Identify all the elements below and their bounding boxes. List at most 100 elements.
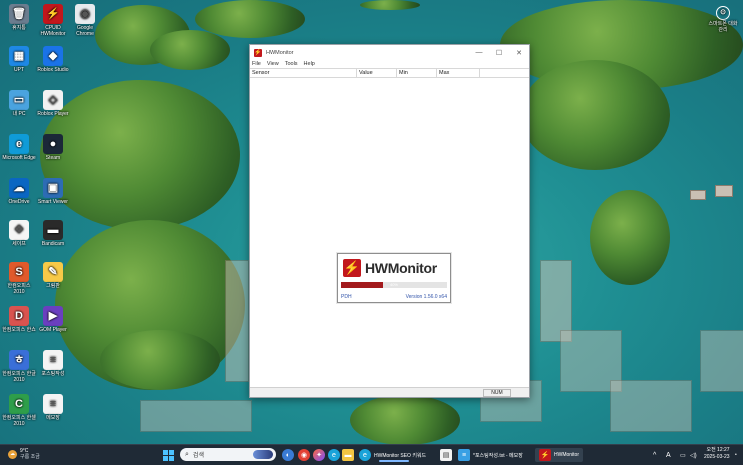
desktop-icon-label: OneDrive bbox=[8, 199, 30, 205]
minimize-button[interactable]: — bbox=[469, 45, 489, 60]
recycle-bin-icon: 🗑 bbox=[9, 4, 29, 24]
gom-icon: ▶ bbox=[43, 306, 63, 326]
roblox-player-icon: ◇ bbox=[43, 90, 63, 110]
smartphone-link-glyph: ⊙ bbox=[716, 6, 730, 20]
clock-time: 오전 12:27 bbox=[706, 447, 730, 453]
column-header: Sensor Value Min Max bbox=[250, 68, 529, 78]
loading-progress-bar: 40% bbox=[341, 282, 447, 288]
desktop-icon-chrome[interactable]: ◉ Google Chrome bbox=[68, 4, 102, 37]
safe-icon: ❖ bbox=[9, 220, 29, 240]
window-title: HWMonitor bbox=[266, 49, 294, 56]
desktop-icon-label: Roblox Player bbox=[37, 111, 69, 117]
folder-icon: ▬ bbox=[342, 449, 354, 461]
desktop-icon-onedrive[interactable]: ☁ OneDrive bbox=[2, 178, 36, 205]
network-icon[interactable]: ▭ bbox=[680, 448, 686, 462]
paint-icon: ✎ bbox=[43, 262, 63, 282]
splash-screen: ⚡ HWMonitor 40% PDH Version 1.56.0 x64 bbox=[337, 253, 451, 303]
notepad-icon: ≡ bbox=[458, 449, 470, 461]
onedrive-icon: ☁ bbox=[9, 178, 29, 198]
desktop-icon-hwmonitor[interactable]: ⚡ CPUID HWMonitor bbox=[36, 4, 70, 37]
desktop-icon-label: Google Chrome bbox=[76, 25, 94, 37]
smartphone-link-label: 스마트폰 대화 관리 bbox=[708, 21, 738, 33]
desktop-icon-label: UPT bbox=[14, 67, 24, 73]
desktop-icon-label: 포스팅작성 bbox=[41, 371, 65, 377]
smart-viewer-icon: ▣ bbox=[43, 178, 63, 198]
edge-icon: e bbox=[328, 449, 340, 461]
volume-icon[interactable]: ◁) bbox=[690, 448, 697, 462]
search-highlight-icon bbox=[253, 450, 273, 459]
active-indicator bbox=[379, 460, 409, 462]
column-value[interactable]: Value bbox=[357, 69, 397, 77]
title-bar[interactable]: ⚡ HWMonitor — ☐ ✕ bbox=[250, 45, 529, 60]
task-view-button[interactable]: ◐ bbox=[282, 448, 294, 462]
desktop-icon-roblox-player[interactable]: ◇ Roblox Player bbox=[36, 90, 70, 117]
desktop-icon-label: 한컴오피스 한셀 2010 bbox=[2, 415, 36, 427]
clock[interactable]: 오전 12:27 2025-03-23 bbox=[704, 447, 730, 461]
desktop-icon-hancom-show[interactable]: S 한컴오피스 2010 bbox=[2, 262, 36, 295]
desktop-icon-label: Microsoft Edge bbox=[2, 155, 36, 161]
column-max[interactable]: Max bbox=[437, 69, 480, 77]
start-button[interactable] bbox=[163, 448, 174, 462]
desktop-icon-safe[interactable]: ❖ 세이프 bbox=[2, 220, 36, 247]
store-icon: ▤ bbox=[440, 449, 452, 461]
taskbar-explorer[interactable]: ▬ bbox=[342, 448, 354, 462]
taskbar-chrome[interactable]: ◉ bbox=[298, 448, 310, 462]
chrome-icon: ◉ bbox=[298, 449, 310, 461]
upt-icon: ▦ bbox=[9, 46, 29, 66]
tray-overflow-chevron-icon[interactable]: ^ bbox=[653, 448, 656, 462]
taskbar-edge[interactable]: e bbox=[328, 448, 340, 462]
desktop-icon-label: Roblox Studio bbox=[37, 67, 69, 73]
desktop-icon-steam[interactable]: ● Steam bbox=[36, 134, 70, 161]
desktop-icon-recycle-bin[interactable]: 🗑 휴지통 bbox=[2, 4, 36, 31]
num-lock-indicator: NUM bbox=[483, 389, 511, 397]
sensor-list[interactable]: ⚡ HWMonitor 40% PDH Version 1.56.0 x64 bbox=[250, 78, 529, 388]
notification-bell-icon[interactable]: • bbox=[735, 448, 737, 462]
weather-widget[interactable]: ☁ 9°C 구름 조금 bbox=[8, 447, 40, 461]
text-file-icon: ≡ bbox=[43, 394, 63, 414]
copilot-icon: ✦ bbox=[313, 449, 325, 461]
maximize-button[interactable]: ☐ bbox=[489, 45, 509, 60]
desktop-icon-label: CPUID HWMonitor bbox=[40, 25, 66, 37]
desktop-icon-label: Bandicam bbox=[41, 241, 65, 247]
splash-product-name: HWMonitor bbox=[365, 260, 437, 276]
close-button[interactable]: ✕ bbox=[509, 45, 529, 60]
hancom-slide-icon: D bbox=[9, 306, 29, 326]
desktop-icon-bandicam[interactable]: ▬ Bandicam bbox=[36, 220, 70, 247]
desktop-icon-smart-viewer[interactable]: ▣ Smart Viewer bbox=[36, 178, 70, 205]
clock-date: 2025-03-23 bbox=[704, 454, 730, 460]
ime-indicator[interactable]: A bbox=[666, 448, 671, 462]
roblox-studio-icon: ◆ bbox=[43, 46, 63, 66]
menu-help[interactable]: Help bbox=[304, 61, 315, 67]
smartphone-link-icon[interactable]: ⊙ 스마트폰 대화 관리 bbox=[706, 6, 740, 33]
column-sensor[interactable]: Sensor bbox=[250, 69, 357, 77]
desktop-icon-paint[interactable]: ✎ 그림판 bbox=[36, 262, 70, 289]
desktop-icon-hancom-cell[interactable]: C 한컴오피스 한셀 2010 bbox=[2, 394, 36, 427]
desktop-icon-this-pc[interactable]: ▭ 내 PC bbox=[2, 90, 36, 117]
taskbar-app-label: HWMonitor SEO 키워드 bbox=[374, 452, 427, 459]
desktop-icon-hancom-slide[interactable]: D 한컴오피스 한쇼 bbox=[2, 306, 36, 333]
desktop-icon-upt[interactable]: ▦ UPT bbox=[2, 46, 36, 73]
desktop-icon-label: 내 PC bbox=[12, 111, 26, 117]
taskbar-store[interactable]: ▤ bbox=[440, 448, 452, 462]
hwmonitor-icon: ⚡ bbox=[539, 449, 551, 461]
desktop-icon-gom[interactable]: ▶ GOM Player bbox=[36, 306, 70, 333]
menu-view[interactable]: View bbox=[267, 61, 279, 67]
desktop-icon-edge[interactable]: e Microsoft Edge bbox=[2, 134, 36, 161]
desktop-icon-roblox-studio[interactable]: ◆ Roblox Studio bbox=[36, 46, 70, 73]
desktop-icon-hancom-hwp[interactable]: ㅎ 한컴오피스 한글 2010 bbox=[2, 350, 36, 383]
taskbar-app-edge-seo[interactable]: e HWMonitor SEO 키워드 bbox=[359, 448, 426, 462]
menu-tools[interactable]: Tools bbox=[285, 61, 298, 67]
hancom-cell-icon: C bbox=[9, 394, 29, 414]
column-min[interactable]: Min bbox=[397, 69, 437, 77]
hwmonitor-app-icon: ⚡ bbox=[254, 48, 262, 57]
desktop-icon-text-file[interactable]: ≡ 메모장 bbox=[36, 394, 70, 421]
menu-file[interactable]: File bbox=[252, 61, 261, 67]
hancom-show-icon: S bbox=[9, 262, 29, 282]
taskbar-copilot[interactable]: ✦ bbox=[313, 448, 325, 462]
desktop-icon-text-file[interactable]: ≡ 포스팅작성 bbox=[36, 350, 70, 377]
taskbar-app-hwmonitor[interactable]: ⚡ HWMonitor bbox=[535, 448, 584, 462]
taskbar-search[interactable]: ⌕ 검색 bbox=[180, 448, 276, 461]
ime-lang: A bbox=[666, 451, 671, 459]
taskbar-app-notepad[interactable]: ≡ *포스팅작성.txt - 메모장 bbox=[458, 448, 523, 462]
hwmonitor-window[interactable]: ⚡ HWMonitor — ☐ ✕ File View Tools Help S… bbox=[249, 44, 530, 398]
